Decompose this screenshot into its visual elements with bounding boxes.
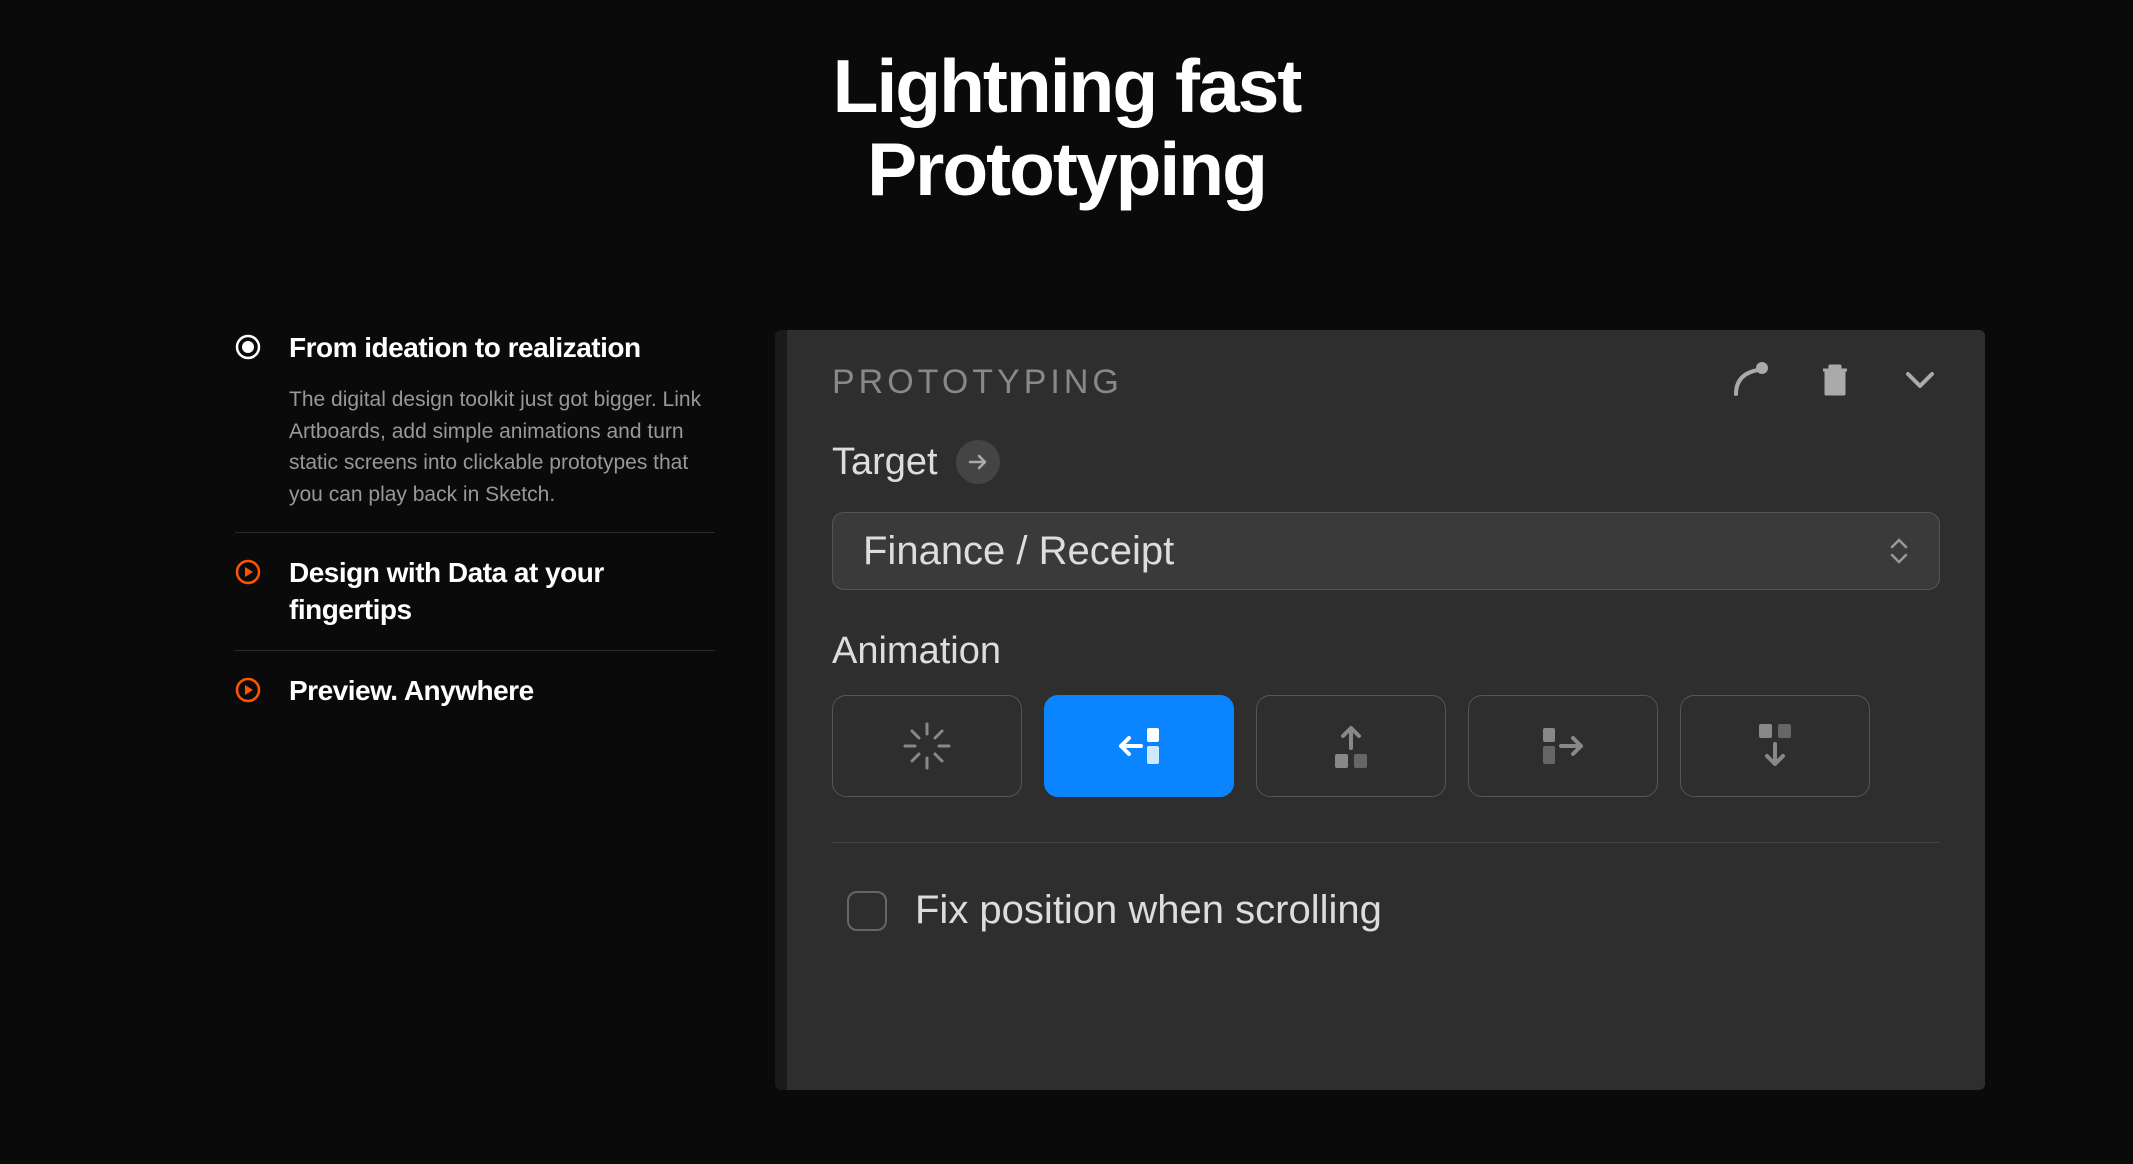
target-select[interactable]: Finance / Receipt bbox=[832, 512, 1940, 590]
play-circle-icon bbox=[235, 677, 261, 703]
trash-icon[interactable] bbox=[1815, 360, 1855, 405]
animation-label: Animation bbox=[832, 630, 1940, 673]
page-title: Lightning fast Prototyping bbox=[0, 0, 2133, 210]
feature-item-data[interactable]: Design with Data at your fingertips bbox=[235, 533, 715, 651]
target-label: Target bbox=[832, 441, 938, 484]
feature-title: From ideation to realization bbox=[289, 330, 715, 366]
play-circle-icon bbox=[235, 559, 261, 585]
target-active-icon bbox=[235, 334, 261, 360]
feature-title: Preview. Anywhere bbox=[289, 673, 715, 709]
connection-icon[interactable] bbox=[1730, 360, 1770, 405]
animation-slide-left-button[interactable] bbox=[1044, 695, 1234, 797]
fix-position-checkbox[interactable] bbox=[847, 891, 887, 931]
feature-title: Design with Data at your fingertips bbox=[289, 555, 715, 628]
chevron-down-icon[interactable] bbox=[1900, 360, 1940, 405]
prototyping-panel: PROTOTYPING bbox=[775, 330, 1985, 1090]
select-chevrons-icon bbox=[1889, 538, 1909, 564]
feature-item-preview[interactable]: Preview. Anywhere bbox=[235, 651, 715, 731]
animation-slide-right-button[interactable] bbox=[1468, 695, 1658, 797]
panel-title: PROTOTYPING bbox=[832, 363, 1123, 402]
target-select-value: Finance / Receipt bbox=[863, 529, 1174, 574]
feature-description: The digital design toolkit just got bigg… bbox=[289, 384, 715, 510]
animation-slide-down-button[interactable] bbox=[1680, 695, 1870, 797]
feature-sidebar: From ideation to realization The digital… bbox=[235, 330, 715, 1090]
feature-item-ideation[interactable]: From ideation to realization The digital… bbox=[235, 330, 715, 533]
target-arrow-button[interactable] bbox=[956, 440, 1000, 484]
animation-slide-up-button[interactable] bbox=[1256, 695, 1446, 797]
fix-position-label: Fix position when scrolling bbox=[915, 888, 1382, 933]
animation-none-button[interactable] bbox=[832, 695, 1022, 797]
